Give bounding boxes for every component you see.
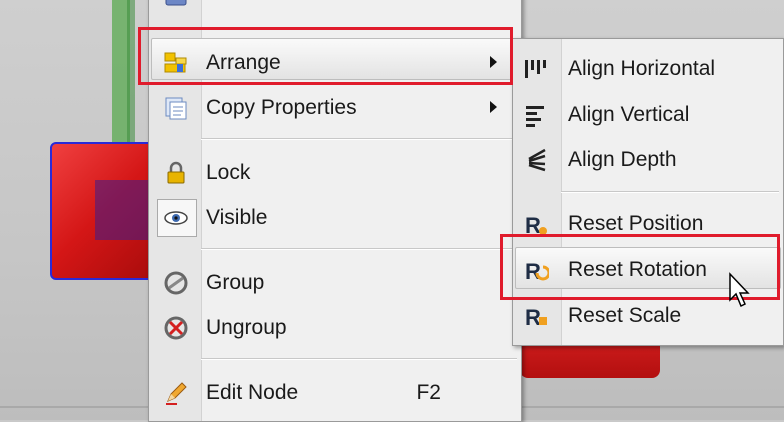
menu-item-ungroup[interactable]: Ungroup [149, 305, 521, 349]
menu-item-lock[interactable]: Lock [149, 150, 521, 194]
submenu-item-align-horizontal[interactable]: Align Horizontal [513, 46, 783, 90]
menu-item-label: Group [206, 271, 265, 294]
align-vertical-icon [526, 106, 544, 127]
menu-separator [201, 138, 517, 140]
menu-item-copy-properties[interactable]: Copy Properties [149, 85, 521, 129]
pencil-icon [166, 382, 187, 405]
submenu-item-label: Align Depth [568, 148, 677, 171]
submenu-item-label: Align Horizontal [568, 57, 716, 80]
menu-separator [201, 358, 517, 360]
menu-item-label: Lock [206, 161, 251, 184]
lock-icon [167, 161, 185, 184]
arrange-highlight-box [138, 27, 513, 85]
submenu-separator [561, 191, 779, 193]
gizmo-shadow [95, 180, 155, 240]
group-icon [164, 271, 188, 295]
menu-item-group[interactable]: Group [149, 260, 521, 304]
submenu-item-label: Reset Scale [568, 304, 682, 327]
mouse-cursor-icon [729, 272, 750, 308]
copy-properties-icon [165, 97, 187, 120]
menu-item-label: Visible [206, 206, 268, 229]
menu-item-label: Ungroup [206, 316, 287, 339]
align-depth-icon [528, 148, 546, 172]
menu-item-visible[interactable]: Visible [149, 195, 521, 239]
partial-icon [165, 0, 187, 6]
align-horizontal-icon [525, 60, 546, 78]
submenu-item-align-depth[interactable]: Align Depth [513, 137, 783, 181]
submenu-arrow-icon [490, 101, 497, 113]
menu-item-label: Edit Node [206, 381, 299, 404]
submenu-item-align-vertical[interactable]: Align Vertical [513, 92, 783, 136]
menu-separator [201, 248, 517, 250]
shortcut-label: F2 [416, 381, 441, 404]
svg-text:R: R [525, 305, 541, 329]
reset-scale-icon: R [525, 305, 547, 329]
submenu-item-label: Align Vertical [568, 103, 690, 126]
menu-item-edit-node[interactable]: Edit Node F2 [149, 370, 521, 414]
eye-icon [164, 211, 188, 225]
submenu-item-label: Reset Position [568, 212, 704, 235]
menu-item-label: Copy Properties [206, 96, 357, 119]
ungroup-icon [164, 316, 188, 340]
